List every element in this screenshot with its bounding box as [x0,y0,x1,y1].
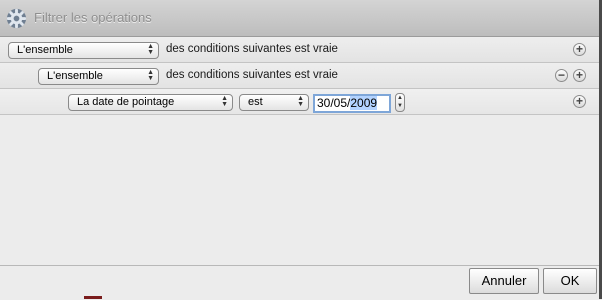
nested-scope-popup[interactable]: L'ensemble ▲ ▼ [38,68,159,85]
stepper-icon: ▲ ▼ [397,95,403,109]
remove-rule-button[interactable]: − [555,69,568,82]
empty-area [0,117,602,265]
up-down-arrows-icon: ▲ ▼ [297,95,304,108]
minus-icon: − [557,68,565,82]
title-bar: Filtrer les opérations [0,0,602,37]
scope-popup[interactable]: L'ensemble ▲ ▼ [8,42,159,59]
date-stepper[interactable]: ▲ ▼ [395,93,405,112]
filter-sheet: Filtrer les opérations L'ensemble ▲ ▼ des… [0,0,602,300]
cancel-button[interactable]: Annuler [469,268,539,294]
rule-row-date-criterion: La date de pointage ▲ ▼ est ▲ ▼ 30/05/2009… [0,89,602,115]
add-criterion-button[interactable]: + [573,95,586,108]
rule-row-all-conditions: L'ensemble ▲ ▼ des conditions suivantes e… [0,37,602,63]
field-popup-label: La date de pointage [77,96,175,108]
operator-popup-label: est [248,96,263,108]
window-title: Filtrer les opérations [34,10,152,25]
plus-icon: + [575,94,583,108]
scope-popup-label: L'ensemble [17,44,73,56]
date-field-year-selected: 2009 [350,96,378,110]
date-field-day-month: 30/05/ [317,96,351,110]
ok-button[interactable]: OK [543,268,597,294]
rule-editor: L'ensemble ▲ ▼ des conditions suivantes e… [0,37,602,117]
rule-row-nested-conditions: L'ensemble ▲ ▼ des conditions suivantes e… [0,63,602,89]
plus-icon: + [575,42,583,56]
field-popup[interactable]: La date de pointage ▲ ▼ [68,94,233,111]
add-nested-rule-button[interactable]: + [573,69,586,82]
gear-icon [6,8,27,29]
up-down-arrows-icon: ▲ ▼ [147,43,154,56]
up-down-arrows-icon: ▲ ▼ [221,95,228,108]
rule-text: des conditions suivantes est vraie [166,43,338,55]
up-down-arrows-icon: ▲ ▼ [147,69,154,82]
add-rule-button[interactable]: + [573,43,586,56]
nested-scope-popup-label: L'ensemble [47,70,103,82]
date-field[interactable]: 30/05/2009 [313,94,391,113]
nested-rule-text: des conditions suivantes est vraie [166,69,338,81]
plus-icon: + [575,68,583,82]
operator-popup[interactable]: est ▲ ▼ [239,94,309,111]
